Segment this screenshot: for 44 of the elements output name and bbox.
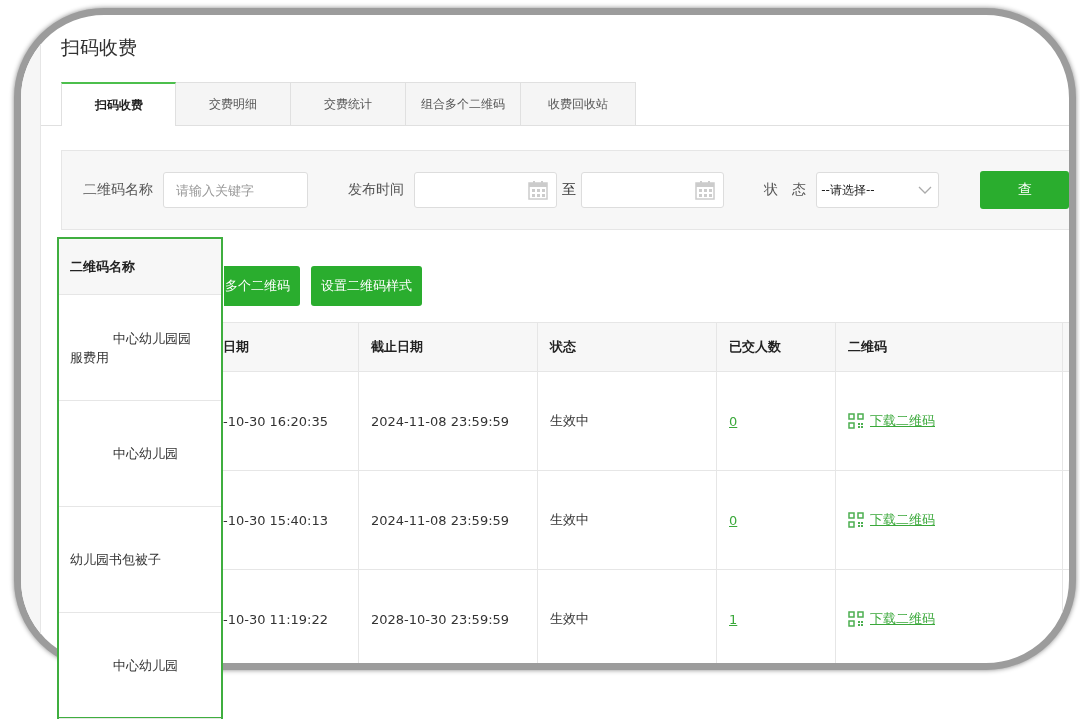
- qr-code-icon: [848, 611, 864, 627]
- date-field[interactable]: [581, 172, 725, 208]
- column-header: 二维码: [836, 323, 1063, 371]
- action-button[interactable]: 多个二维码: [224, 266, 300, 306]
- calendar-icon: [528, 180, 549, 200]
- table-cell: 2024-11-08 23:59:59: [359, 471, 538, 569]
- paid-count-link[interactable]: 1: [729, 611, 738, 627]
- column-header: 已交人数: [717, 323, 836, 371]
- tab[interactable]: 收费回收站: [521, 82, 636, 125]
- field-label: 状 态: [764, 181, 807, 199]
- download-qr-link[interactable]: 下载二维码: [870, 412, 935, 430]
- chevron-down-icon: [917, 186, 932, 194]
- qr-code-icon: [848, 512, 864, 528]
- tab[interactable]: 组合多个二维码: [406, 82, 521, 125]
- table-cell: 2028-10-30 23:59:59: [359, 570, 538, 663]
- date-field[interactable]: [414, 172, 558, 208]
- paid-count-link[interactable]: 0: [729, 413, 738, 429]
- column-header: 二维码名称: [59, 239, 221, 295]
- qr-code-icon: [848, 413, 864, 429]
- table-cell-text: 中心幼儿园: [112, 657, 178, 675]
- range-separator: 至: [562, 181, 577, 199]
- action-button[interactable]: 设置二维码样式: [311, 266, 422, 306]
- tab[interactable]: 交费统计: [291, 82, 406, 125]
- column-header: 截止日期: [359, 323, 538, 371]
- field-label: 发布时间: [348, 181, 404, 199]
- keyword-field[interactable]: 请输入关键字: [163, 172, 308, 208]
- table-cell: 生效中: [538, 471, 717, 569]
- download-qr-link[interactable]: 下载二维码: [870, 610, 935, 628]
- page-title: 扫码收费: [61, 35, 138, 59]
- search-button[interactable]: 查: [979, 171, 1069, 209]
- paid-count-link[interactable]: 0: [729, 512, 738, 528]
- tab[interactable]: 交费明细: [176, 82, 291, 125]
- calendar-icon: [695, 180, 716, 200]
- column-header: 状态: [538, 323, 717, 371]
- table-cell-text: 幼儿园书包被子: [70, 551, 161, 569]
- table-cell: 2024-11-08 23:59:59: [359, 372, 538, 470]
- field-label: 二维码名称: [83, 181, 153, 199]
- table-cell-text: 中心幼儿园园服费用: [70, 329, 192, 367]
- table-cell: 生效中: [538, 372, 717, 470]
- table-cell-text: 中心幼儿园: [112, 445, 178, 463]
- download-qr-link[interactable]: 下载二维码: [870, 511, 935, 529]
- table-cell: 生效中: [538, 570, 717, 663]
- tab[interactable]: 扫码收费: [61, 82, 176, 126]
- status-select[interactable]: --请选择--: [816, 172, 939, 208]
